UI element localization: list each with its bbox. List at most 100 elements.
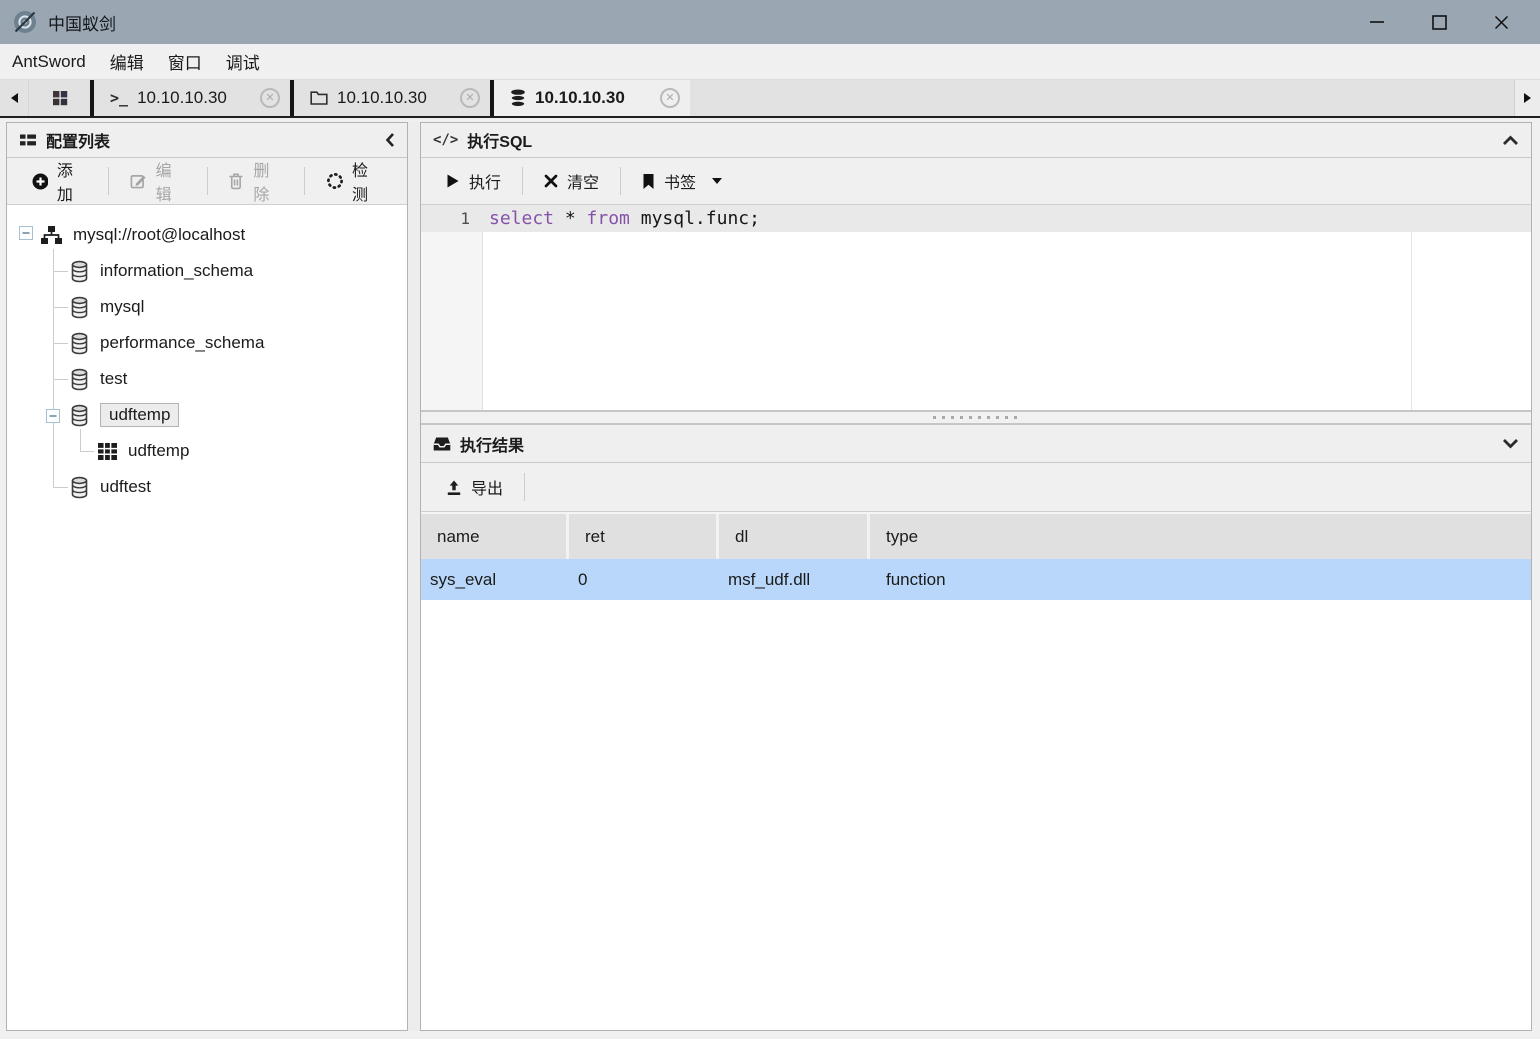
code-icon: </> xyxy=(433,132,459,148)
sql-editor[interactable]: 1 select * from mysql.func; xyxy=(421,205,1531,410)
edit-button[interactable]: 编辑 xyxy=(109,158,207,204)
triangle-left-icon xyxy=(10,93,18,103)
tree-node-label: mysql://root@localhost xyxy=(73,225,246,244)
database-tree: mysql://root@localhost information_schem… xyxy=(7,205,407,1030)
database-icon xyxy=(69,404,90,427)
export-button[interactable]: 导出 xyxy=(425,463,524,511)
tree-node-db-udftest[interactable]: udftest xyxy=(7,469,407,505)
delete-label: 删除 xyxy=(253,163,270,204)
menu-window[interactable]: 窗口 xyxy=(156,49,214,74)
database-icon xyxy=(69,368,90,391)
menu-edit[interactable]: 编辑 xyxy=(98,49,156,74)
inbox-icon xyxy=(433,437,451,450)
tree-node-db-test[interactable]: test xyxy=(7,361,407,397)
grid-icon xyxy=(52,91,67,106)
clear-label: 清空 xyxy=(567,175,600,192)
database-icon xyxy=(69,476,90,499)
vertical-splitter[interactable] xyxy=(408,122,420,1031)
tree-node-label: performance_schema xyxy=(100,333,265,352)
tree-node-db-mysql[interactable]: mysql xyxy=(7,289,407,325)
tree-node-label: mysql xyxy=(100,297,145,316)
list-icon xyxy=(20,134,36,146)
tab-label: 10.10.10.30 xyxy=(337,88,427,107)
table-row-selected[interactable]: sys_eval 0 msf_udf.dll function xyxy=(421,559,1531,600)
cell-type: function xyxy=(886,569,946,589)
collapse-expander-icon[interactable] xyxy=(46,408,60,428)
close-icon xyxy=(1494,15,1508,29)
tab-scroll-right-button[interactable] xyxy=(1514,80,1540,116)
close-tab-icon[interactable]: ✕ xyxy=(660,88,680,108)
tab-database-10-10-10-30[interactable]: 10.10.10.30 ✕ xyxy=(494,80,690,116)
cell-name: sys_eval xyxy=(430,569,497,589)
caret-down-icon xyxy=(712,178,723,184)
column-header-ret[interactable]: ret xyxy=(569,514,719,559)
print-margin-ruler xyxy=(1411,205,1412,410)
tree-node-table-udftemp[interactable]: udftemp xyxy=(7,433,407,469)
chevron-up-icon[interactable] xyxy=(1502,135,1519,146)
chevron-down-icon[interactable] xyxy=(1502,438,1519,449)
horizontal-splitter[interactable] xyxy=(421,410,1531,425)
tree-node-db-udftemp[interactable]: udftemp xyxy=(7,397,407,433)
menu-antsword[interactable]: AntSword xyxy=(10,52,98,72)
sidebar-title: 配置列表 xyxy=(46,134,111,151)
tree-node-label-selected: udftemp xyxy=(100,403,180,427)
sql-workspace: </> 执行SQL 执行 清空 书签 1 select * from mysql… xyxy=(420,122,1532,1031)
tab-label: 10.10.10.30 xyxy=(535,88,625,107)
table-icon xyxy=(97,442,118,461)
window-title: 中国蚁剑 xyxy=(48,14,116,34)
close-tab-icon[interactable]: ✕ xyxy=(260,88,280,108)
tree-node-connection[interactable]: mysql://root@localhost xyxy=(7,217,407,253)
maximize-button[interactable] xyxy=(1408,2,1470,42)
minimize-icon xyxy=(1370,21,1384,23)
results-panel-header: 执行结果 xyxy=(421,425,1531,463)
sql-panel-header: </> 执行SQL xyxy=(421,123,1531,158)
export-icon xyxy=(447,480,461,495)
cell-ret: 0 xyxy=(578,569,588,589)
trash-icon xyxy=(229,173,243,190)
export-label: 导出 xyxy=(471,481,504,498)
close-tab-icon[interactable]: ✕ xyxy=(460,88,480,108)
main-area: 配置列表 添加 编辑 删除 检测 mysql://root@localhost … xyxy=(0,118,1540,1039)
tab-label: 10.10.10.30 xyxy=(137,88,227,107)
column-header-name[interactable]: name xyxy=(421,514,569,559)
splitter-grip-icon xyxy=(933,416,1019,419)
clear-button[interactable]: 清空 xyxy=(523,158,620,204)
column-header-dl[interactable]: dl xyxy=(719,514,870,559)
column-header-type[interactable]: type xyxy=(870,514,1531,559)
menu-debug[interactable]: 调试 xyxy=(214,49,272,74)
collapse-expander-icon[interactable] xyxy=(19,225,33,245)
add-button[interactable]: 添加 xyxy=(11,158,108,204)
tree-node-db-performance-schema[interactable]: performance_schema xyxy=(7,325,407,361)
cell-dl: msf_udf.dll xyxy=(728,569,811,589)
run-button[interactable]: 执行 xyxy=(425,158,522,204)
sidebar-toolbar: 添加 编辑 删除 检测 xyxy=(7,158,407,205)
sql-panel-title: 执行SQL xyxy=(467,134,533,151)
bookmark-button[interactable]: 书签 xyxy=(621,158,744,204)
sql-code: select * from mysql.func; xyxy=(489,208,760,229)
folder-icon xyxy=(310,91,328,105)
tab-strip-empty xyxy=(690,80,1514,116)
tab-terminal-10-10-10-30[interactable]: >_ 10.10.10.30 ✕ xyxy=(94,80,290,116)
minimize-button[interactable] xyxy=(1346,2,1408,42)
play-icon xyxy=(447,174,459,188)
tab-scroll-left-button[interactable] xyxy=(0,80,28,116)
tab-files-10-10-10-30[interactable]: 10.10.10.30 ✕ xyxy=(294,80,490,116)
check-button[interactable]: 检测 xyxy=(305,158,403,204)
editor-line-1: 1 select * from mysql.func; xyxy=(421,205,1531,232)
edit-icon xyxy=(130,175,146,189)
tab-home[interactable] xyxy=(28,80,90,116)
tree-node-db-information-schema[interactable]: information_schema xyxy=(7,253,407,289)
collapse-left-icon[interactable] xyxy=(385,132,395,148)
results-table-header: name ret dl type xyxy=(421,512,1531,559)
editor-gutter xyxy=(421,205,483,410)
config-sidebar: 配置列表 添加 编辑 删除 检测 mysql://root@localhost … xyxy=(6,122,408,1031)
results-toolbar: 导出 xyxy=(421,463,1531,512)
tree-node-label: test xyxy=(100,369,128,388)
delete-button[interactable]: 删除 xyxy=(207,158,304,204)
tree-node-label: information_schema xyxy=(100,261,254,280)
close-button[interactable] xyxy=(1470,2,1532,42)
tab-bar: >_ 10.10.10.30 ✕ 10.10.10.30 ✕ 10.10.10.… xyxy=(0,80,1540,118)
antsword-logo-icon xyxy=(14,11,36,33)
terminal-icon: >_ xyxy=(110,89,129,107)
connection-icon xyxy=(40,225,63,245)
